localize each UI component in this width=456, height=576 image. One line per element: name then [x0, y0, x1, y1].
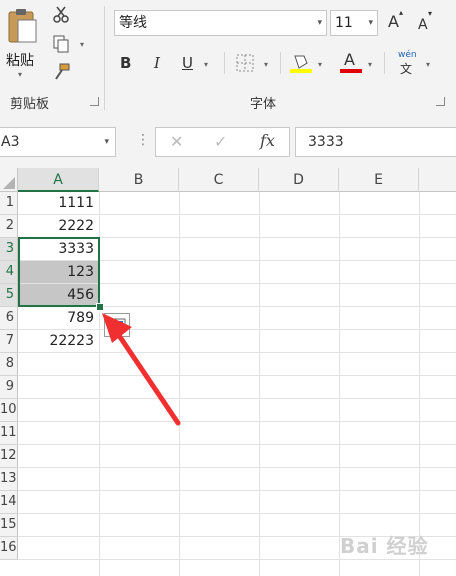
borders-icon[interactable]	[236, 54, 254, 72]
phonetic-top: wén	[398, 50, 417, 60]
worksheet-grid[interactable]: A B C D E 1 2 3 4 5 6 7 8 9 10 11 12 13 …	[0, 168, 456, 576]
chevron-down-icon[interactable]: ▾	[264, 60, 268, 69]
grid-line	[339, 192, 340, 576]
formula-bar-dots-icon[interactable]: ⋮	[136, 132, 150, 148]
column-header-a[interactable]: A	[18, 168, 99, 192]
row-header[interactable]: 4	[0, 261, 18, 284]
copy-icon[interactable]	[52, 34, 72, 54]
row-header[interactable]: 16	[0, 537, 18, 560]
grid-line	[259, 192, 260, 576]
row-header[interactable]: 8	[0, 353, 18, 376]
column-header-e[interactable]: E	[339, 168, 419, 192]
underline-button[interactable]: U	[182, 54, 193, 72]
shrink-font-label: A	[418, 17, 428, 33]
fill-color-icon[interactable]	[290, 52, 312, 74]
cancel-button[interactable]: ✕	[170, 132, 183, 151]
formula-buttons: ✕ ✓ fx	[155, 127, 290, 157]
select-all-triangle-icon	[3, 177, 15, 189]
cell-a1[interactable]: 1111	[19, 192, 98, 214]
font-group-label: 字体	[250, 97, 277, 112]
group-separator	[384, 52, 385, 74]
select-all-corner[interactable]	[0, 168, 18, 192]
grid-line	[18, 467, 456, 468]
font-size-select[interactable]: 11 ▾	[330, 10, 378, 36]
group-separator	[224, 52, 225, 74]
clipboard-group-label: 剪贴板	[10, 97, 50, 112]
row-header[interactable]: 1	[0, 192, 18, 215]
grid-line	[18, 559, 456, 560]
row-header[interactable]: 5	[0, 284, 18, 307]
insert-function-button[interactable]: fx	[260, 131, 275, 150]
group-separator	[280, 52, 281, 74]
row-header[interactable]: 12	[0, 445, 18, 468]
font-dialog-launcher[interactable]	[436, 97, 445, 106]
row-header[interactable]: 3	[0, 238, 18, 261]
cell-a2[interactable]: 2222	[19, 215, 98, 237]
paste-button[interactable]: 粘贴 ▾	[4, 4, 40, 84]
chevron-down-icon: ▾	[18, 70, 23, 79]
paste-label: 粘贴	[6, 53, 34, 69]
format-painter-icon[interactable]	[52, 62, 72, 82]
chevron-down-icon[interactable]: ▾	[368, 60, 372, 69]
formula-input[interactable]: 3333	[295, 127, 456, 157]
row-header[interactable]: 13	[0, 468, 18, 491]
font-color-swatch	[340, 69, 362, 73]
cell-a7[interactable]: 22223	[19, 330, 98, 352]
column-header-f[interactable]	[419, 168, 456, 192]
name-box[interactable]: A3 ▾	[0, 127, 116, 157]
column-header-b[interactable]: B	[99, 168, 179, 192]
chevron-down-icon: ▾	[317, 18, 322, 28]
row-header[interactable]: 6	[0, 307, 18, 330]
grid-line	[419, 192, 420, 576]
grid-line	[18, 444, 456, 445]
caret-up-icon: ▴	[399, 8, 404, 17]
fill-handle[interactable]	[96, 303, 104, 311]
group-separator	[104, 6, 105, 110]
row-header[interactable]: 9	[0, 376, 18, 399]
watermark: Bai 经验	[340, 534, 429, 558]
column-header-d[interactable]: D	[259, 168, 339, 192]
chevron-down-icon[interactable]: ▾	[80, 40, 84, 49]
bold-button[interactable]: B	[120, 54, 131, 72]
grid-line	[18, 490, 456, 491]
grid-line	[18, 375, 456, 376]
chevron-down-icon[interactable]: ▾	[318, 60, 322, 69]
row-header[interactable]: 2	[0, 215, 18, 238]
grid-line	[18, 513, 456, 514]
grid-line	[18, 398, 456, 399]
chevron-down-icon: ▾	[104, 137, 109, 147]
enter-button[interactable]: ✓	[214, 132, 227, 151]
ribbon: 粘贴 ▾ ▾ 剪贴板 等线 ▾ 11 ▾ A ▴ A ▾ B I U ▾ ▾ ▾…	[0, 0, 456, 117]
phonetic-bottom: 文	[400, 62, 413, 76]
column-header-c[interactable]: C	[179, 168, 259, 192]
row-header[interactable]: 7	[0, 330, 18, 353]
chevron-down-icon[interactable]: ▾	[426, 60, 430, 69]
chevron-down-icon[interactable]: ▾	[204, 60, 208, 69]
cut-icon[interactable]	[52, 6, 70, 24]
grow-font-button[interactable]: A ▴	[388, 8, 408, 34]
clipboard-icon	[8, 9, 37, 43]
selection-border	[18, 237, 100, 307]
annotation-arrow	[102, 313, 181, 426]
grow-font-label: A	[388, 12, 399, 31]
shrink-font-button[interactable]: A ▾	[418, 9, 438, 36]
italic-button[interactable]: I	[154, 54, 160, 72]
chevron-down-icon: ▾	[368, 18, 373, 28]
name-box-value: A3	[1, 134, 20, 150]
font-color-button[interactable]: A	[340, 50, 362, 74]
row-header[interactable]: 14	[0, 491, 18, 514]
row-header[interactable]: 11	[0, 422, 18, 445]
row-header[interactable]: 10	[0, 399, 18, 422]
grid-line	[18, 352, 456, 353]
row-header[interactable]: 15	[0, 514, 18, 537]
grid-line	[18, 421, 456, 422]
font-color-label: A	[344, 50, 355, 69]
cell-a6[interactable]: 789	[19, 307, 98, 329]
clipboard-dialog-launcher[interactable]	[90, 97, 99, 106]
font-size-value: 11	[335, 15, 353, 31]
font-name-select[interactable]: 等线 ▾	[114, 10, 327, 36]
font-name-value: 等线	[119, 15, 147, 31]
caret-down-icon: ▾	[428, 9, 433, 18]
phonetic-guide-button[interactable]: wén 文	[396, 50, 418, 76]
